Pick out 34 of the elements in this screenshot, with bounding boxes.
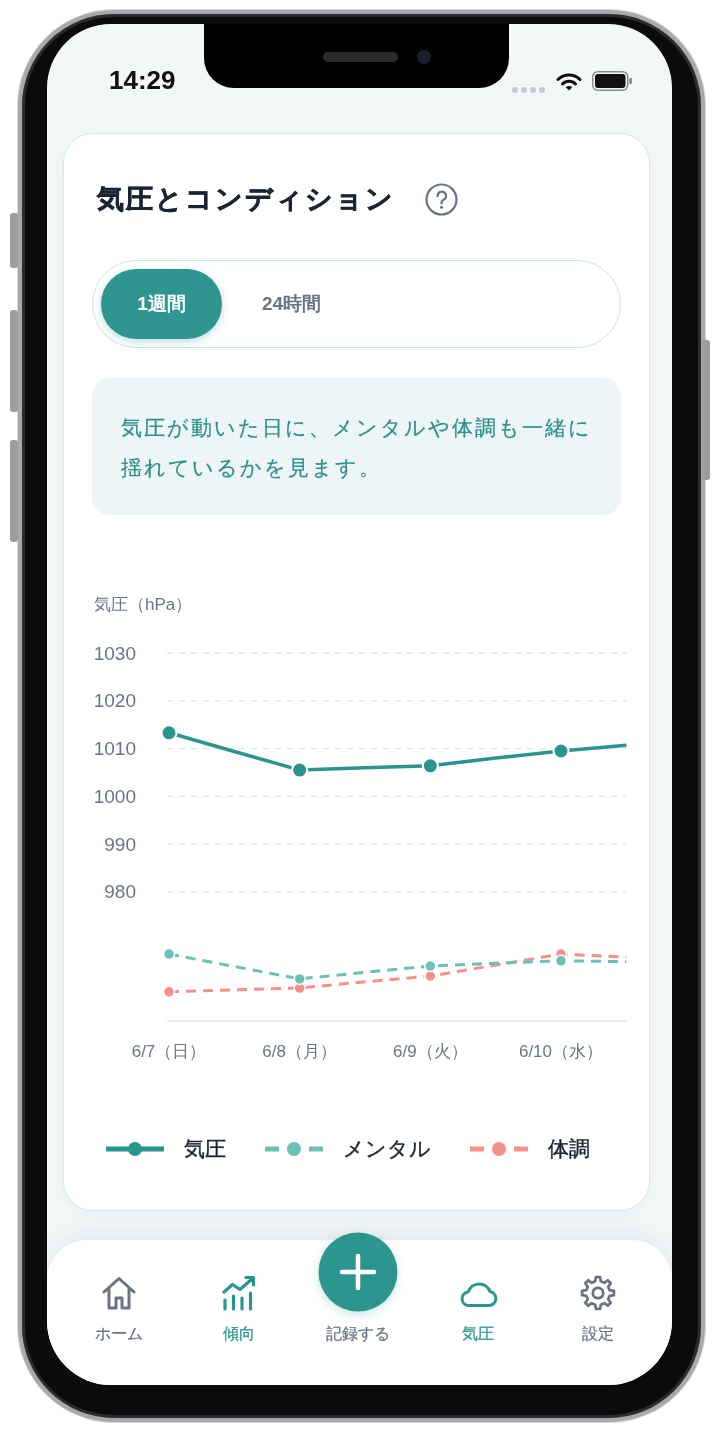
help-icon[interactable] [425, 182, 458, 216]
nav-tab[interactable]: 設定 [580, 1274, 617, 1344]
legend-label: 体調 [548, 1136, 590, 1162]
battery-icon [592, 71, 632, 91]
x-tick-label: 6/7（日） [131, 1041, 207, 1061]
nav-tab[interactable]: ホーム [94, 1274, 143, 1344]
signal-dots-icon [512, 87, 545, 93]
legend-label: メンタル [343, 1136, 431, 1162]
info-text: 気圧が動いた日に、メンタルや体調も一緒に揺れているかを見ます。 [121, 415, 593, 481]
y-tick-label: 1020 [93, 690, 136, 712]
cloud-icon [458, 1279, 499, 1307]
legend-label: 気圧 [184, 1136, 226, 1162]
home-icon [100, 1275, 137, 1311]
period-tab[interactable]: 1週間 [101, 269, 222, 339]
y-tick-label: 990 [104, 833, 136, 855]
nav-tab[interactable]: 傾向 [221, 1274, 256, 1344]
speaker-icon [323, 52, 398, 62]
y-axis-label: 気圧（hPa） [94, 594, 193, 614]
period-tab[interactable]: 24時間 [231, 269, 352, 339]
trend-chart-icon [221, 1275, 256, 1311]
settings-icon [580, 1275, 617, 1311]
y-tick-label: 1000 [93, 785, 136, 807]
camera-icon [417, 50, 431, 64]
y-tick-label: 980 [104, 881, 136, 903]
x-tick-label: 6/9（火） [393, 1041, 468, 1061]
record-nav-button[interactable]: 記録する [318, 1232, 399, 1344]
x-tick-label: 6/10（水） [518, 1041, 604, 1061]
nav-tab[interactable]: 気圧 [458, 1274, 499, 1344]
card-title: 気圧とコンディション [97, 183, 395, 216]
y-tick-label: 1010 [93, 738, 136, 760]
y-tick-label: 1030 [93, 642, 136, 664]
x-tick-label: 6/8（月） [262, 1041, 337, 1061]
status-time: 14:29 [109, 64, 176, 96]
wifi-icon [556, 72, 582, 91]
